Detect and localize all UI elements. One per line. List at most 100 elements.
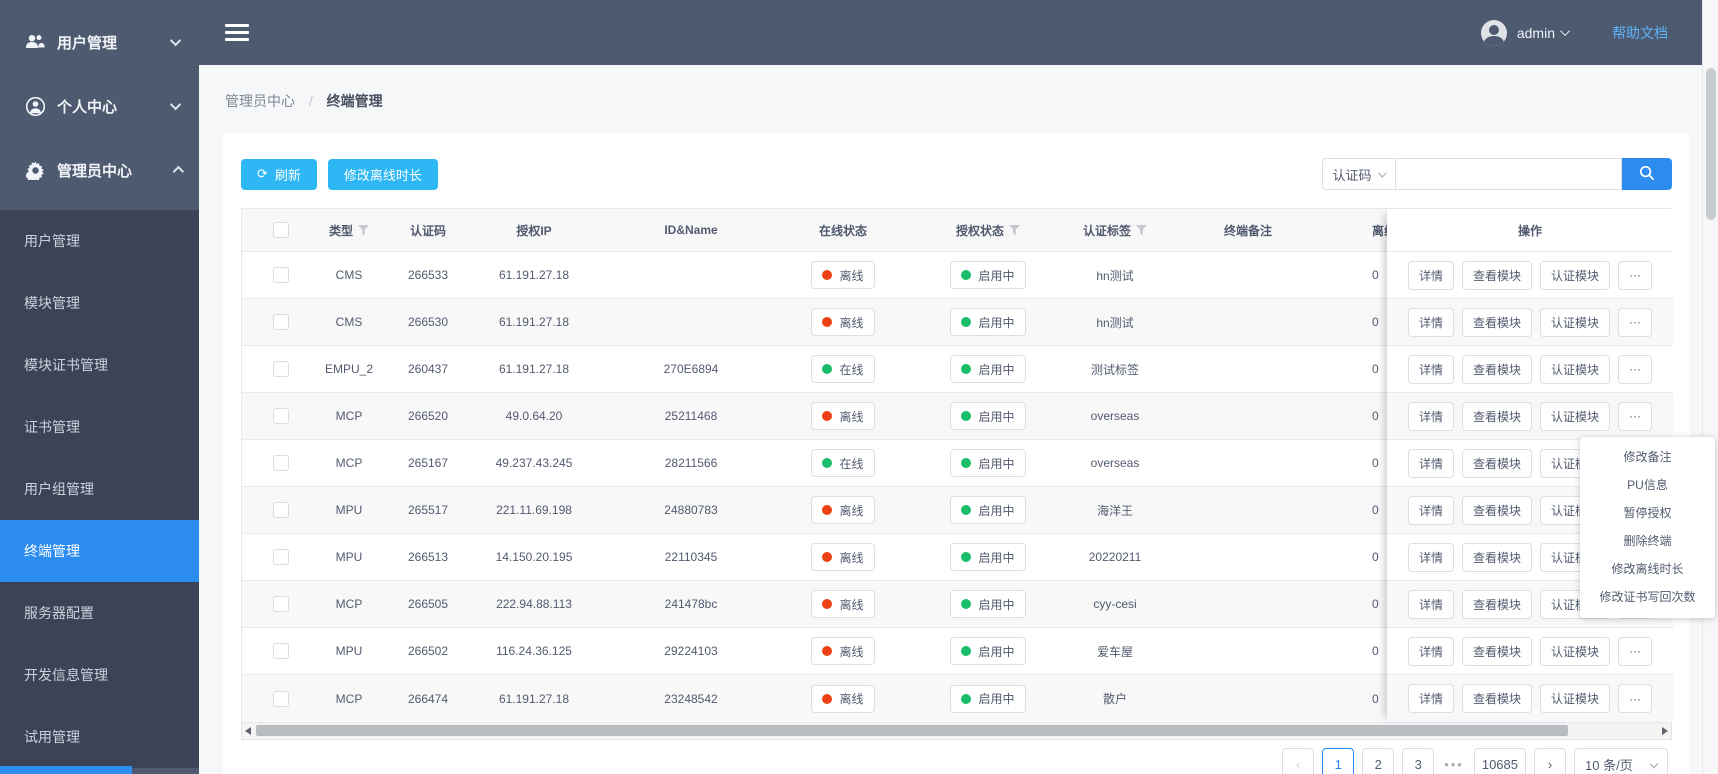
detail-button[interactable]: 详情 <box>1407 684 1454 713</box>
view-modules-button[interactable]: 查看模块 <box>1461 448 1532 478</box>
ip-value: 14.150.20.195 <box>495 550 573 564</box>
status-dot-icon <box>822 505 833 515</box>
scroll-right-arrow-icon[interactable] <box>1662 727 1668 735</box>
vertical-scrollbar-thumb[interactable] <box>1706 68 1716 220</box>
column-header-type[interactable]: 类型 <box>320 209 378 251</box>
sidebar-subitem[interactable]: 证书管理 <box>0 396 199 458</box>
pagination-page-3[interactable]: 3 <box>1402 748 1435 774</box>
detail-button[interactable]: 详情 <box>1407 260 1454 290</box>
sidebar-subitem[interactable]: 服务器配置 <box>0 582 199 644</box>
auth-status-badge: 启用中 <box>950 543 1026 571</box>
row-checkbox[interactable] <box>273 314 289 330</box>
auth-modules-button[interactable]: 认证模块 <box>1540 401 1611 431</box>
refresh-button[interactable]: ⟳ 刷新 <box>241 158 317 190</box>
vertical-scrollbar[interactable] <box>1702 0 1718 774</box>
view-modules-button[interactable]: 查看模块 <box>1461 260 1532 290</box>
horizontal-scrollbar[interactable] <box>241 723 1672 740</box>
view-modules-button[interactable]: 查看模块 <box>1461 589 1532 619</box>
column-header-auth-status[interactable]: 授权状态 <box>894 209 1082 251</box>
pagination-prev-button[interactable]: ‹ <box>1282 748 1315 774</box>
tag-value: hn测试 <box>1096 268 1134 283</box>
sidebar-item-personal-center[interactable]: 个人中心 <box>0 74 199 138</box>
hamburger-menu-icon[interactable] <box>225 20 249 45</box>
more-actions-button[interactable]: ··· <box>1618 684 1653 713</box>
breadcrumb-parent[interactable]: 管理员中心 <box>225 93 295 109</box>
help-doc-link[interactable]: 帮助文档 <box>1612 23 1668 43</box>
row-checkbox[interactable] <box>273 643 289 659</box>
view-modules-button[interactable]: 查看模块 <box>1461 495 1532 525</box>
ip-cell: 116.24.36.125 <box>478 628 590 674</box>
auth-modules-button[interactable]: 认证模块 <box>1540 636 1611 666</box>
detail-button[interactable]: 详情 <box>1407 495 1454 525</box>
row-checkbox[interactable] <box>273 502 289 518</box>
more-actions-button[interactable]: ··· <box>1618 401 1653 431</box>
modify-offline-duration-button[interactable]: 修改离线时长 <box>327 158 438 190</box>
page-size-select[interactable]: 10 条/页 <box>1574 748 1668 774</box>
auth-code-value: 266533 <box>407 268 449 282</box>
pagination-page-10685[interactable]: 10685 <box>1473 748 1526 774</box>
view-modules-button[interactable]: 查看模块 <box>1461 684 1532 713</box>
sidebar-subitem[interactable]: 模块证书管理 <box>0 334 199 396</box>
select-all-checkbox[interactable] <box>273 222 289 238</box>
remark-cell <box>1148 487 1348 533</box>
view-modules-button[interactable]: 查看模块 <box>1461 307 1532 337</box>
horizontal-scrollbar-thumb[interactable] <box>256 725 1568 736</box>
more-actions-button[interactable]: ··· <box>1618 260 1653 290</box>
search-field-select[interactable]: 认证码 <box>1322 158 1396 190</box>
context-menu-item[interactable]: 修改备注 <box>1580 442 1715 470</box>
search-icon <box>1639 165 1655 184</box>
content-card: ⟳ 刷新 修改离线时长 认证码 类型 认证码 授权IP ID&Name 在线状态… <box>223 133 1690 774</box>
detail-button[interactable]: 详情 <box>1407 401 1454 431</box>
pagination-page-2[interactable]: 2 <box>1362 748 1395 774</box>
auth-status-badge: 启用中 <box>950 261 1026 289</box>
view-modules-button[interactable]: 查看模块 <box>1461 354 1532 384</box>
auth-modules-button[interactable]: 认证模块 <box>1540 260 1611 290</box>
context-menu-item[interactable]: 修改离线时长 <box>1580 554 1715 582</box>
row-checkbox[interactable] <box>273 690 289 707</box>
view-modules-button[interactable]: 查看模块 <box>1461 401 1532 431</box>
sidebar-subitem[interactable]: 模块管理 <box>0 272 199 334</box>
sidebar-subitem[interactable]: 用户组管理 <box>0 458 199 520</box>
row-checkbox[interactable] <box>273 455 289 471</box>
pagination-ellipsis[interactable]: ••• <box>1442 757 1466 772</box>
column-header-auth-tag[interactable]: 认证标签 <box>1082 209 1148 251</box>
sidebar-item-admin-center[interactable]: 管理员中心 <box>0 138 199 202</box>
sidebar-subitem[interactable]: 试用管理 <box>0 706 199 768</box>
scroll-left-arrow-icon[interactable] <box>245 727 251 735</box>
detail-button[interactable]: 详情 <box>1407 307 1454 337</box>
detail-button[interactable]: 详情 <box>1407 542 1454 572</box>
auth-modules-button[interactable]: 认证模块 <box>1540 307 1611 337</box>
context-menu-item[interactable]: 修改证书写回次数 <box>1580 582 1715 610</box>
row-checkbox[interactable] <box>273 267 289 283</box>
detail-button[interactable]: 详情 <box>1407 589 1454 619</box>
search-button[interactable] <box>1622 158 1672 190</box>
row-checkbox[interactable] <box>273 361 289 377</box>
avatar[interactable] <box>1480 19 1507 46</box>
more-actions-button[interactable]: ··· <box>1618 354 1653 384</box>
context-menu-item[interactable]: 暂停授权 <box>1580 498 1715 526</box>
pagination-next-button[interactable]: › <box>1534 748 1566 774</box>
detail-button[interactable]: 详情 <box>1407 448 1454 478</box>
row-checkbox[interactable] <box>273 408 289 424</box>
user-menu[interactable]: admin <box>1517 25 1555 41</box>
pagination-page-1[interactable]: 1 <box>1322 748 1355 774</box>
detail-button[interactable]: 详情 <box>1407 636 1454 666</box>
more-actions-button[interactable]: ··· <box>1618 636 1653 666</box>
context-menu-item[interactable]: 删除终端 <box>1580 526 1715 554</box>
sidebar-subitem[interactable]: 用户管理 <box>0 210 199 272</box>
view-modules-button[interactable]: 查看模块 <box>1461 542 1532 572</box>
search-input[interactable] <box>1396 158 1622 190</box>
view-modules-button[interactable]: 查看模块 <box>1461 636 1532 666</box>
detail-button[interactable]: 详情 <box>1407 354 1454 384</box>
sidebar-subitem[interactable]: 终端管理 <box>0 520 199 582</box>
row-checkbox[interactable] <box>273 596 289 612</box>
row-checkbox[interactable] <box>273 549 289 565</box>
tag-cell: overseas <box>1082 393 1148 439</box>
more-actions-button[interactable]: ··· <box>1618 307 1653 337</box>
sidebar-item-user-management[interactable]: 用户管理 <box>0 10 199 74</box>
sidebar-subitem[interactable]: 开发信息管理 <box>0 644 199 706</box>
auth-modules-button[interactable]: 认证模块 <box>1540 684 1611 713</box>
status-dot-icon <box>961 646 972 656</box>
context-menu-item[interactable]: PU信息 <box>1580 470 1715 498</box>
auth-modules-button[interactable]: 认证模块 <box>1540 354 1611 384</box>
